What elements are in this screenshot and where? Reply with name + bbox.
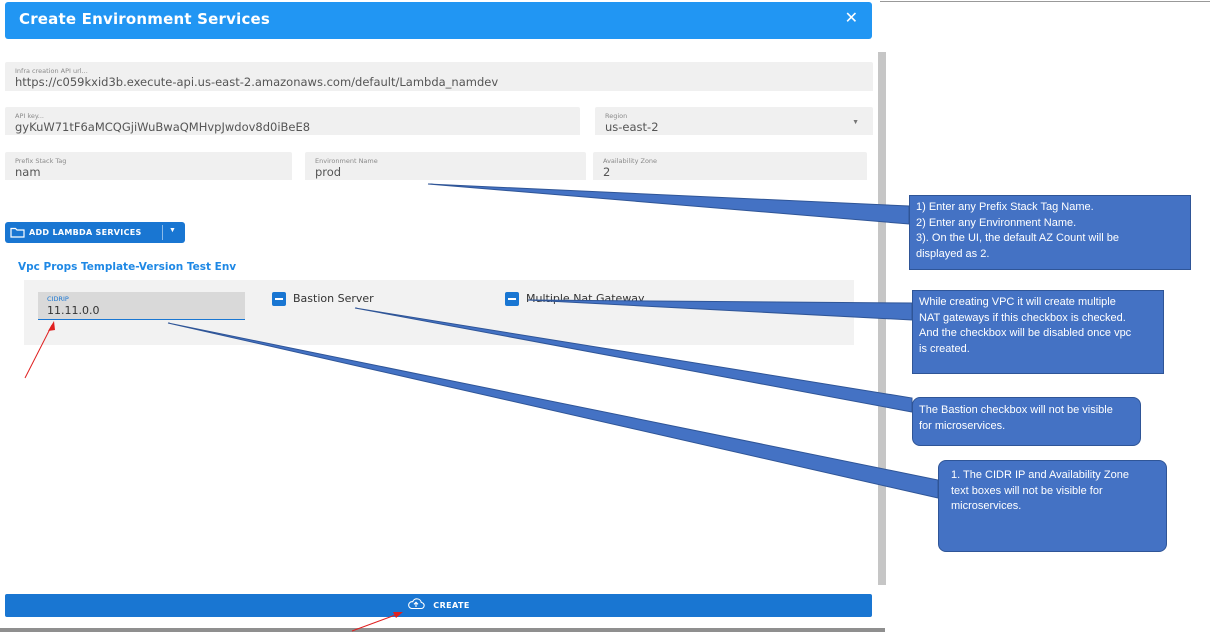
create-button-label: CREATE bbox=[433, 601, 470, 610]
callout-prefix-env-az: 1) Enter any Prefix Stack Tag Name. 2) E… bbox=[909, 195, 1191, 270]
callout-line: The Bastion checkbox will not be visible bbox=[919, 404, 1113, 416]
callout-line: NAT gateways if this checkbox is checked… bbox=[919, 311, 1126, 324]
availability-zone-label: Availability Zone bbox=[603, 157, 658, 165]
region-label: Region bbox=[605, 112, 628, 120]
create-button[interactable]: CREATE bbox=[5, 594, 872, 617]
prefix-stack-tag-value: nam bbox=[15, 165, 41, 179]
callout-line: for microservices. bbox=[919, 419, 1006, 432]
bastion-server-checkbox[interactable] bbox=[272, 292, 286, 306]
cidr-ip-label: CIDRIP bbox=[47, 295, 69, 303]
api-key-value: gyKuW71tF6aMCQGjiWuBwaQMHvpJwdov8d0iBeE8 bbox=[15, 120, 311, 134]
caret-down-icon[interactable]: ▼ bbox=[852, 119, 859, 126]
bottom-strip bbox=[0, 628, 885, 632]
callout-line: And the checkbox will be disabled once v… bbox=[919, 327, 1132, 339]
environment-name-field[interactable]: Environment Name prod bbox=[305, 152, 586, 180]
callout-line: 1. The CIDR IP and Availability Zone bbox=[951, 469, 1129, 481]
close-icon[interactable]: ✕ bbox=[845, 10, 858, 28]
api-key-field[interactable]: API key... gyKuW71tF6aMCQGjiWuBwaQMHvpJw… bbox=[5, 107, 580, 135]
callout-cidr-az: 1. The CIDR IP and Availability Zone tex… bbox=[938, 460, 1167, 552]
dialog-title: Create Environment Services bbox=[19, 10, 271, 28]
folder-icon bbox=[5, 227, 29, 238]
create-environment-dialog: Create Environment Services ✕ Infra crea… bbox=[0, 0, 886, 632]
caret-down-icon[interactable]: ▼ bbox=[169, 227, 176, 234]
api-key-label: API key... bbox=[15, 112, 44, 120]
callout-line: displayed as 2. bbox=[916, 247, 990, 260]
multiple-nat-gateway-checkbox[interactable] bbox=[505, 292, 519, 306]
dialog-scrollbar[interactable] bbox=[878, 52, 886, 585]
cidr-ip-field[interactable]: CIDRIP 11.11.0.0 bbox=[38, 292, 245, 320]
region-select[interactable]: Region us-east-2 ▼ bbox=[595, 107, 873, 135]
callout-line: is created. bbox=[919, 342, 970, 355]
availability-zone-field[interactable]: Availability Zone 2 bbox=[593, 152, 867, 180]
cloud-upload-icon bbox=[407, 597, 425, 615]
environment-name-label: Environment Name bbox=[315, 157, 378, 165]
callout-line: While creating VPC it will create multip… bbox=[919, 296, 1116, 308]
api-url-field[interactable]: Infra creation API url... https://c059kx… bbox=[5, 62, 873, 91]
multiple-nat-gateway-label: Multiple Nat Gateway bbox=[526, 292, 645, 305]
region-value: us-east-2 bbox=[605, 120, 659, 134]
top-border-line bbox=[872, 1, 1210, 2]
callout-nat-gateway: While creating VPC it will create multip… bbox=[912, 290, 1164, 374]
bastion-server-label: Bastion Server bbox=[293, 292, 374, 305]
callout-bastion: The Bastion checkbox will not be visible… bbox=[912, 397, 1141, 446]
api-url-value: https://c059kxid3b.execute-api.us-east-2… bbox=[15, 75, 499, 89]
prefix-stack-tag-field[interactable]: Prefix Stack Tag nam bbox=[5, 152, 292, 180]
prefix-stack-tag-label: Prefix Stack Tag bbox=[15, 157, 67, 165]
button-divider bbox=[162, 225, 163, 240]
callout-line: text boxes will not be visible for bbox=[951, 484, 1103, 497]
availability-zone-value: 2 bbox=[603, 165, 611, 179]
callout-line: 2) Enter any Environment Name. bbox=[916, 216, 1077, 229]
dialog-header: Create Environment Services ✕ bbox=[5, 2, 872, 39]
screen: Create Environment Services ✕ Infra crea… bbox=[0, 0, 1210, 632]
add-lambda-services-button[interactable]: ADD LAMBDA SERVICES ▼ bbox=[5, 222, 185, 243]
callout-line: 1) Enter any Prefix Stack Tag Name. bbox=[916, 201, 1094, 213]
vpc-section-title: Vpc Props Template-Version Test Env bbox=[18, 261, 237, 273]
callout-line: microservices. bbox=[951, 500, 1022, 512]
api-url-label: Infra creation API url... bbox=[15, 67, 88, 75]
cidr-ip-value: 11.11.0.0 bbox=[47, 304, 100, 317]
add-lambda-services-label: ADD LAMBDA SERVICES bbox=[29, 228, 142, 237]
environment-name-value: prod bbox=[315, 165, 342, 179]
callout-line: 3). On the UI, the default AZ Count will… bbox=[916, 232, 1119, 244]
